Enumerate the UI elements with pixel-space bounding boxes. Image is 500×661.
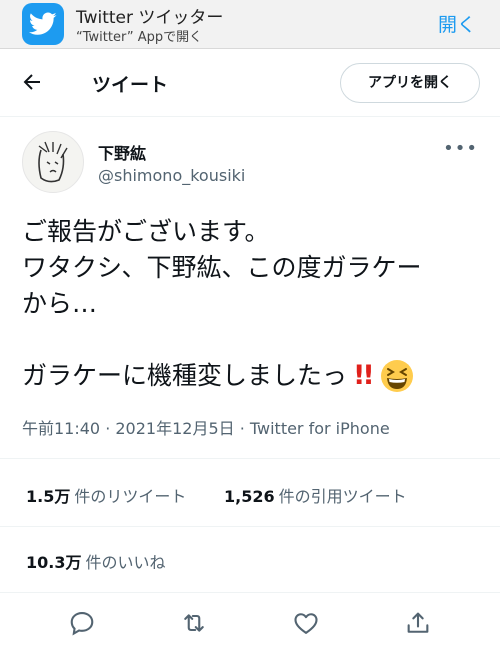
tweet-text: ご報告がございます。 ワタクシ、下野紘、この度ガラケー から… xyxy=(22,217,422,318)
author-name[interactable]: 下野紘 xyxy=(98,140,146,164)
tweet-text-line: ガラケーに機種変しましたっ !! xyxy=(22,358,482,394)
banner-open-link[interactable]: 開く xyxy=(438,10,476,37)
avatar-sketch-icon xyxy=(38,141,68,183)
like-count: 10.3万 xyxy=(26,553,82,572)
open-app-button[interactable]: アプリを開く xyxy=(340,63,480,103)
banner-title: Twitter ツイッター xyxy=(76,8,224,28)
grinning-squinting-face-icon xyxy=(380,360,413,392)
double-exclamation-emoji: !! xyxy=(353,360,375,391)
tweet-text-second: ガラケーに機種変しましたっ xyxy=(22,361,348,390)
app-banner: Twitter ツイッター “Twitter” Appで開く 開く xyxy=(0,0,500,49)
author-handle[interactable]: @shimono_kousiki xyxy=(98,166,245,185)
retweet-label: 件のリツイート xyxy=(74,487,187,506)
reply-icon[interactable] xyxy=(68,609,96,637)
page-title: ツイート xyxy=(92,74,169,96)
stats-divider-bottom xyxy=(0,592,500,593)
like-stats[interactable]: 10.3万 件のいいね xyxy=(26,549,166,573)
banner-subtitle: “Twitter” Appで開く xyxy=(76,30,203,45)
back-arrow-icon[interactable] xyxy=(20,70,44,94)
quote-count: 1,526 xyxy=(224,487,275,506)
avatar[interactable] xyxy=(22,131,84,193)
more-options-icon[interactable]: ••• xyxy=(443,138,478,159)
quote-label: 件の引用ツイート xyxy=(278,487,407,506)
page-header: ツイート アプリを開く xyxy=(0,48,500,116)
stats-divider-mid xyxy=(0,526,500,527)
share-icon[interactable] xyxy=(404,609,432,637)
like-label: 件のいいね xyxy=(85,553,166,572)
retweet-icon[interactable] xyxy=(180,609,208,637)
retweet-count: 1.5万 xyxy=(26,487,71,506)
quote-stats[interactable]: 1,526 件の引用ツイート xyxy=(224,483,407,507)
header-divider xyxy=(0,116,500,117)
like-heart-icon[interactable] xyxy=(292,609,320,637)
stats-divider-top xyxy=(0,458,500,459)
retweet-stats[interactable]: 1.5万 件のリツイート xyxy=(26,483,186,507)
twitter-logo-icon xyxy=(22,3,64,45)
tweet-timestamp[interactable]: 午前11:40 · 2021年12月5日 · Twitter for iPhon… xyxy=(22,415,390,439)
